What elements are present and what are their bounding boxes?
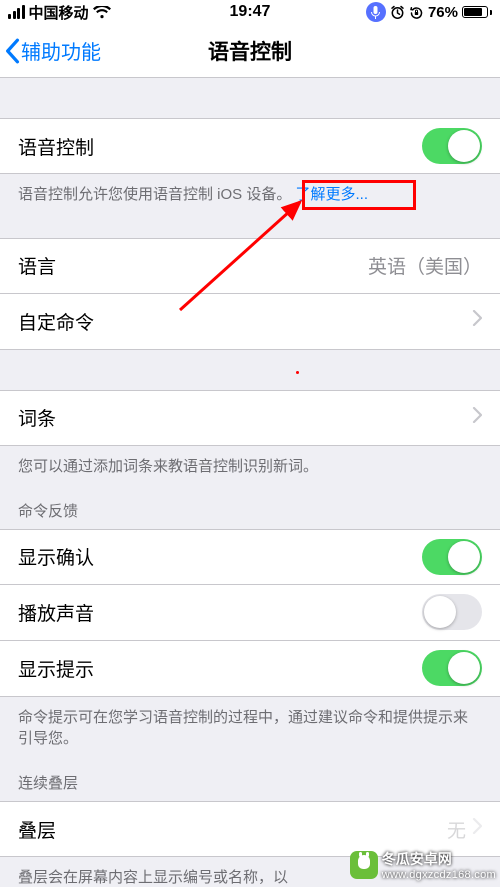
chevron-left-icon — [4, 38, 20, 64]
alarm-icon — [390, 5, 405, 20]
group-language: 语言 英语（美国） 自定命令 — [0, 238, 500, 350]
watermark-logo-icon — [350, 851, 378, 879]
cell-custom-commands[interactable]: 自定命令 — [0, 294, 500, 350]
header-overlay: 连续叠层 — [0, 754, 500, 801]
status-left: 中国移动 — [8, 2, 111, 23]
back-label: 辅助功能 — [21, 36, 101, 65]
back-button[interactable]: 辅助功能 — [0, 36, 101, 65]
vocabulary-footer: 您可以通过添加词条来教语音控制识别新词。 — [0, 446, 500, 482]
status-right: 76% — [366, 2, 492, 22]
wifi-icon — [93, 6, 111, 19]
cellular-signal-icon — [8, 5, 25, 19]
overlay-value: 无 — [447, 816, 466, 843]
battery-percent: 76% — [428, 4, 458, 21]
watermark-url: www.dgxzcdz168.com — [382, 869, 496, 881]
show-confirmation-label: 显示确认 — [18, 543, 94, 570]
watermark: 冬瓜安卓网 www.dgxzcdz168.com — [350, 849, 496, 881]
chevron-right-icon — [472, 407, 482, 429]
show-confirmation-switch[interactable] — [422, 539, 482, 575]
cell-show-confirmation[interactable]: 显示确认 — [0, 529, 500, 585]
group-command-feedback: 显示确认 播放声音 显示提示 — [0, 529, 500, 697]
vocabulary-label: 词条 — [18, 404, 56, 431]
group-voice-control: 语音控制 语音控制允许您使用语音控制 iOS 设备。 了解更多... — [0, 118, 500, 210]
overlay-label: 叠层 — [18, 816, 56, 843]
command-feedback-footer: 命令提示可在您学习语音控制的过程中，通过建议命令和提供提示来引导您。 — [0, 697, 500, 755]
language-value: 英语（美国） — [368, 252, 482, 279]
voice-control-indicator-icon — [366, 2, 386, 22]
play-sound-label: 播放声音 — [18, 599, 94, 626]
learn-more-link[interactable]: 了解更多... — [296, 186, 369, 203]
group-vocabulary: 词条 您可以通过添加词条来教语音控制识别新词。 — [0, 390, 500, 482]
show-hints-label: 显示提示 — [18, 655, 94, 682]
cell-voice-control-toggle[interactable]: 语音控制 — [0, 118, 500, 174]
custom-commands-label: 自定命令 — [18, 308, 94, 335]
show-hints-switch[interactable] — [422, 650, 482, 686]
chevron-right-icon — [472, 310, 482, 332]
play-sound-switch[interactable] — [422, 594, 482, 630]
orientation-lock-icon — [409, 5, 424, 20]
voice-control-footer-text: 语音控制允许您使用语音控制 iOS 设备。 — [18, 186, 291, 203]
status-bar: 中国移动 19:47 76% — [0, 0, 500, 24]
battery-icon — [462, 6, 492, 18]
chevron-right-icon — [472, 818, 482, 840]
cell-play-sound[interactable]: 播放声音 — [0, 585, 500, 641]
voice-control-footer: 语音控制允许您使用语音控制 iOS 设备。 了解更多... — [0, 174, 500, 210]
cell-language[interactable]: 语言 英语（美国） — [0, 238, 500, 294]
voice-control-switch[interactable] — [422, 128, 482, 164]
navigation-bar: 辅助功能 语音控制 — [0, 24, 500, 78]
header-command-feedback: 命令反馈 — [0, 482, 500, 529]
carrier-label: 中国移动 — [29, 2, 89, 23]
watermark-name: 冬瓜安卓网 — [382, 851, 452, 867]
voice-control-toggle-label: 语音控制 — [18, 133, 94, 160]
annotation-dot — [296, 371, 299, 374]
language-label: 语言 — [18, 252, 56, 279]
cell-show-hints[interactable]: 显示提示 — [0, 641, 500, 697]
cell-vocabulary[interactable]: 词条 — [0, 390, 500, 446]
